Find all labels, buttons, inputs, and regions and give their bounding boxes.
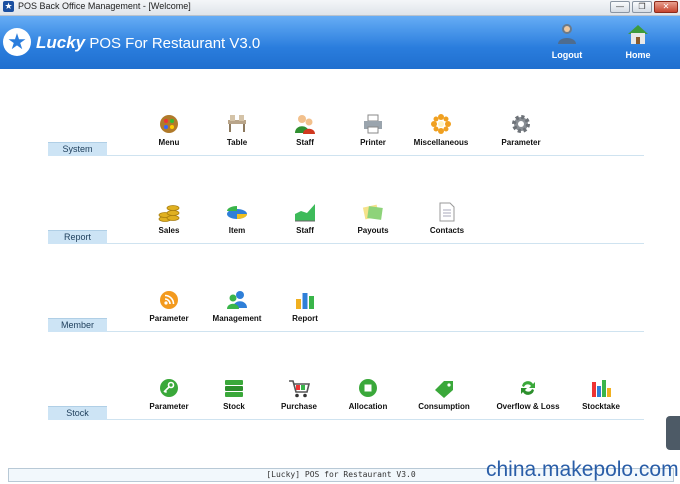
section-label-system: System [48,142,107,156]
system-parameter-button[interactable]: Parameter [487,113,555,147]
window-controls: — ❐ ✕ [610,1,678,13]
member-parameter-button[interactable]: Parameter [135,289,203,323]
section-stock: Parameter Stock Purchase Allocation Cons… [48,348,644,420]
users-icon [226,289,248,311]
area-chart-icon [294,201,316,223]
report-staff-button[interactable]: Staff [271,201,339,235]
stock-parameter-button[interactable]: Parameter [135,377,203,411]
item-label: Staff [296,138,314,147]
coins-icon [158,201,180,223]
item-label: Stock [223,402,245,411]
home-label: Home [625,50,651,60]
member-management-button[interactable]: Management [203,289,271,323]
item-label: Table [226,138,248,147]
payouts-icon [362,201,384,223]
logo-star-icon: ★ [3,28,31,56]
app-header: ★ Lucky POS For Restaurant V3.0 Logout H… [0,16,680,69]
item-label: Allocation [348,402,388,411]
table-icon [226,113,248,135]
item-label: Contacts [429,226,465,235]
miscellaneous-icon [430,113,452,135]
system-miscellaneous-button[interactable]: Miscellaneous [407,113,475,147]
item-label: Consumption [418,402,470,411]
section-label-stock: Stock [48,406,107,420]
tag-icon [433,377,455,399]
item-label: Purchase [280,402,318,411]
printer-icon [362,113,384,135]
key-icon [158,377,180,399]
staff-icon [294,113,316,135]
section-member: Parameter Management Report Member [48,260,644,332]
gear-icon [510,113,532,135]
app-logo: Lucky POS For Restaurant V3.0 [36,33,260,53]
item-label: Parameter [149,314,189,323]
item-label: Sales [158,226,180,235]
report-contacts-button[interactable]: Contacts [413,201,481,235]
window-titlebar: ★ POS Back Office Management - [Welcome]… [0,0,680,16]
item-label: Printer [360,138,386,147]
item-label: Overflow & Loss [496,402,560,411]
bar-chart-icon [294,289,316,311]
system-table-button[interactable]: Table [203,113,271,147]
rss-icon [158,289,180,311]
section-label-report: Report [48,230,107,244]
section-divider [107,331,644,332]
section-label-member: Member [48,318,107,332]
system-printer-button[interactable]: Printer [339,113,407,147]
home-icon [628,25,648,44]
stock-stocktake-button[interactable]: Stocktake [567,377,635,411]
stock-overflow-loss-button[interactable]: Overflow & Loss [494,377,562,411]
stock-consumption-button[interactable]: Consumption [410,377,478,411]
side-scroll-handle[interactable] [666,416,680,450]
section-divider [107,419,644,420]
product-name: POS For Restaurant V3.0 [89,35,261,52]
item-label: Staff [296,226,314,235]
item-label: Parameter [501,138,541,147]
watermark-text: china.makepolo.com [486,458,679,481]
section-report: Sales Item Staff Payouts Contacts Report [48,172,644,244]
item-label: Item [228,226,246,235]
item-label: Miscellaneous [413,138,469,147]
system-staff-button[interactable]: Staff [271,113,339,147]
minimize-button[interactable]: — [610,1,630,13]
stocktake-icon [590,377,612,399]
brand-name: Lucky [36,33,86,52]
stop-icon [357,377,379,399]
cart-icon [288,377,310,399]
stock-purchase-button[interactable]: Purchase [265,377,333,411]
member-report-button[interactable]: Report [271,289,339,323]
pie-chart-icon [226,201,248,223]
menu-palette-icon [158,113,180,135]
report-item-button[interactable]: Item [203,201,271,235]
logout-button[interactable]: Logout [545,22,589,60]
stock-stock-button[interactable]: Stock [200,377,268,411]
maximize-button[interactable]: ❐ [632,1,652,13]
item-label: Stocktake [582,402,620,411]
logout-label: Logout [551,50,583,60]
stack-icon [223,377,245,399]
report-payouts-button[interactable]: Payouts [339,201,407,235]
window-title: POS Back Office Management - [Welcome] [18,1,191,11]
stock-allocation-button[interactable]: Allocation [334,377,402,411]
app-star-icon: ★ [3,1,14,12]
system-menu-button[interactable]: Menu [135,113,203,147]
item-label: Management [212,314,262,323]
section-divider [107,155,644,156]
item-label: Menu [158,138,180,147]
recycle-icon [517,377,539,399]
report-sales-button[interactable]: Sales [135,201,203,235]
section-system: Menu Table Staff Printer Miscellaneous P… [48,84,644,156]
item-label: Parameter [149,402,189,411]
item-label: Payouts [357,226,389,235]
item-label: Report [292,314,318,323]
close-button[interactable]: ✕ [654,1,678,13]
document-icon [436,201,458,223]
section-divider [107,243,644,244]
home-button[interactable]: Home [616,22,660,60]
logout-user-icon [558,24,576,44]
